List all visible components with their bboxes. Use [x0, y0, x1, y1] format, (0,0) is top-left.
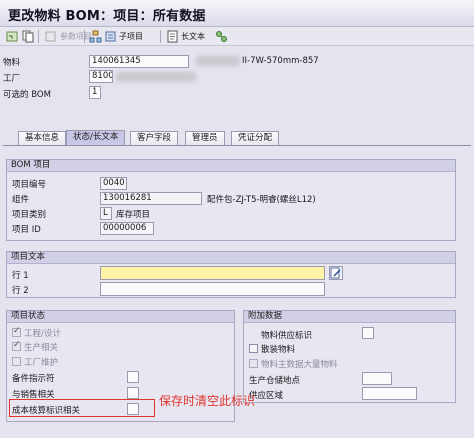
material-field[interactable]: 140061345: [89, 55, 189, 68]
long-text-edit-button[interactable]: [329, 266, 343, 280]
hierarchy-button[interactable]: [89, 29, 102, 44]
line1-label: 行 1: [12, 271, 29, 281]
long-text-button[interactable]: 长文本: [166, 29, 205, 44]
toolbar-separator: [84, 30, 85, 43]
annotation-highlight-box: [9, 399, 155, 417]
annotation-text: 保存时清空此标识: [159, 394, 256, 408]
bom-item-group: BOM 项目 项目编号 0040 组件 130016281 配件包-ZJ-T5-…: [6, 159, 456, 241]
hierarchy-icon: [89, 30, 102, 43]
additional-data-group: 附加数据 物料供应标识 散装物料 物料主数据大量物料 生产仓储地点 供应区域: [243, 310, 456, 403]
prod-storage-label: 生产仓储地点: [249, 376, 301, 386]
edit-text-icon: [330, 267, 341, 279]
copy-button[interactable]: [22, 29, 35, 44]
redacted-text: [196, 56, 240, 66]
object-links-button[interactable]: [215, 29, 228, 44]
redacted-text: [116, 72, 196, 82]
tab-document-assignment[interactable]: 凭证分配: [231, 131, 280, 145]
item-id-label: 项目 ID: [12, 225, 41, 235]
sub-items-label: 子项目: [119, 32, 143, 41]
tab-administration[interactable]: 管理员: [185, 131, 225, 145]
item-category-field[interactable]: L: [100, 207, 112, 220]
component-field[interactable]: 130016281: [100, 192, 202, 205]
line2-input[interactable]: [100, 282, 325, 296]
tab-basic-data[interactable]: 基本信息: [18, 131, 67, 145]
refresh-icon: [6, 31, 18, 42]
toolbar-separator: [38, 30, 39, 43]
spare-part-field[interactable]: [127, 371, 139, 383]
mat-provision-field[interactable]: [362, 327, 374, 339]
alt-bom-label: 可选的 BOM: [3, 90, 51, 100]
eng-design-checkbox[interactable]: [12, 326, 21, 337]
toolbar-separator: [160, 30, 161, 43]
application-toolbar: 参数项目 子项目 长文本: [0, 27, 474, 46]
alt-bom-field[interactable]: 1: [89, 86, 101, 99]
tab-customer-fields[interactable]: 客户字段: [130, 131, 179, 145]
line2-label: 行 2: [12, 286, 29, 296]
sub-items-button[interactable]: 子项目: [104, 29, 143, 44]
sales-relevant-field[interactable]: [127, 387, 139, 399]
mat-provision-label: 物料供应标识: [261, 331, 313, 341]
item-text-group: 项目文本 行 1 行 2: [6, 251, 456, 298]
object-links-icon: [216, 31, 227, 42]
production-label: 生产相关: [24, 343, 59, 353]
plant-label: 工厂: [3, 74, 21, 84]
header-fields: 物料 140061345 II-7W-570mm-857 工厂 8100 可选的…: [0, 46, 474, 104]
copy-icon: [22, 30, 34, 43]
component-description: 配件包-ZJ-T5-明睿(螺丝L12): [207, 195, 316, 205]
item-category-description: 库存项目: [116, 210, 151, 220]
spare-part-label: 备件指示符: [12, 374, 55, 384]
item-number-field[interactable]: 0040: [100, 177, 127, 190]
sub-items-icon: [105, 31, 116, 42]
group-title: 项目状态: [7, 311, 234, 323]
production-checkbox[interactable]: [12, 340, 21, 351]
item-category-label: 项目类别: [12, 210, 47, 220]
refresh-button[interactable]: [6, 29, 19, 44]
component-label: 组件: [12, 195, 30, 205]
group-title: 项目文本: [7, 252, 455, 264]
plant-maint-checkbox[interactable]: [12, 357, 21, 366]
material-label: 物料: [3, 58, 21, 68]
tab-status-long-text[interactable]: 状态/长文本: [66, 130, 126, 145]
bulk-mat-master-checkbox[interactable]: [249, 359, 258, 368]
prod-storage-field[interactable]: [362, 372, 392, 385]
window-title: 更改物料 BOM：项目：所有数据: [8, 9, 206, 24]
eng-design-label: 工程/设计: [24, 329, 61, 339]
document-icon: [167, 30, 178, 43]
bulk-material-checkbox[interactable]: [249, 344, 258, 353]
line1-input[interactable]: [100, 266, 325, 280]
item-id-field[interactable]: 00000006: [100, 222, 154, 235]
item-number-label: 项目编号: [12, 180, 47, 190]
supply-area-field[interactable]: [362, 387, 417, 400]
bulk-material-label: 散装物料: [261, 345, 296, 355]
params-label: 参数项目: [60, 32, 92, 41]
group-title: BOM 项目: [7, 160, 455, 172]
plant-field[interactable]: 8100: [89, 70, 113, 83]
group-title: 附加数据: [244, 311, 455, 323]
long-text-label: 长文本: [181, 32, 205, 41]
plant-maint-label: 工厂维护: [24, 358, 59, 368]
params-icon: [45, 31, 56, 42]
material-description: II-7W-570mm-857: [242, 56, 319, 66]
title-bar: 更改物料 BOM：项目：所有数据: [0, 0, 474, 27]
bulk-mat-master-label: 物料主数据大量物料: [261, 360, 338, 370]
